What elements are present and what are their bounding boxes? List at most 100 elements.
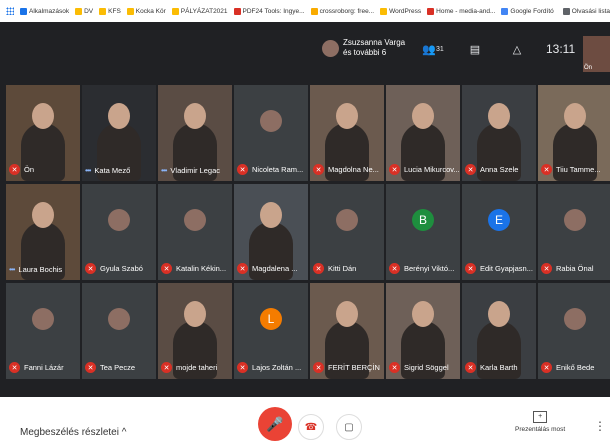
participant-name: Fanni Lázár: [24, 363, 64, 372]
present-now-button[interactable]: + Prezentálás most: [515, 411, 565, 433]
participant-tile[interactable]: ✕ Tiiu Tamme...: [538, 85, 610, 181]
bookmark-item[interactable]: Home - media-and...: [427, 7, 495, 15]
presenter-info[interactable]: Zsuzsanna Varga és további 6: [322, 38, 405, 58]
participants-count: 31: [435, 45, 444, 53]
participant-tile[interactable]: ✕ Gyula Szabó: [82, 184, 156, 280]
participant-tile[interactable]: ✕ FERİT BERÇİN: [310, 283, 384, 379]
mic-muted-icon: ✕: [465, 263, 476, 274]
bookmark-item[interactable]: PDF24 Tools: Ingye...: [233, 7, 305, 15]
mic-muted-icon: ✕: [465, 362, 476, 373]
bookmark-label: Kocka Kör: [135, 7, 166, 15]
bookmark-item[interactable]: crossroborg: free...: [310, 7, 374, 15]
participant-name-row: ✕ Tiiu Tamme...: [541, 164, 601, 175]
people-button[interactable]: 👥 31: [420, 40, 446, 58]
participant-photo: [260, 110, 282, 133]
participant-name-row: ✕ Rabia Önal: [541, 263, 594, 274]
activities-icon: △: [512, 43, 522, 56]
participant-name: Gyula Szabó: [100, 264, 143, 273]
bookmark-item[interactable]: WordPress: [380, 7, 422, 15]
mic-muted-icon: ✕: [237, 362, 248, 373]
bookmark-item[interactable]: Google Fordító: [501, 7, 554, 15]
bookmark-item[interactable]: DV: [75, 7, 93, 15]
activities-button[interactable]: △: [504, 40, 530, 58]
participant-face: [108, 103, 130, 129]
participant-tile[interactable]: ✕ Magdolna Ne...: [310, 85, 384, 181]
meeting-details-button[interactable]: Megbeszélés részletei ^: [20, 427, 126, 438]
participant-tile[interactable]: ✕ mojde taheri: [158, 283, 232, 379]
participant-tile[interactable]: ✕ Fanni Lázár: [6, 283, 80, 379]
participant-name-row: ✕ Katalin Kékin...: [161, 263, 226, 274]
participant-name: Lajos Zoltán ...: [252, 363, 302, 372]
participant-tile[interactable]: ••• Laura Bochis: [6, 184, 80, 280]
mic-muted-icon: ✕: [389, 263, 400, 274]
bookmark-label: PDF24 Tools: Ingye...: [242, 7, 305, 15]
mic-muted-icon: ✕: [161, 362, 172, 373]
participant-name-row: ✕ mojde taheri: [161, 362, 217, 373]
participant-name: Nicoleta Ram...: [252, 165, 304, 174]
participant-name-row: ✕ Edit Gyapjasn...: [465, 263, 533, 274]
participant-tile[interactable]: E ✕ Edit Gyapjasn...: [462, 184, 536, 280]
bookmark-item[interactable]: PÁLYÁZAT2021: [171, 7, 228, 15]
microphone-button[interactable]: 🎤: [258, 407, 292, 441]
participant-face: [336, 301, 358, 327]
bookmark-item[interactable]: Kocka Kör: [126, 7, 166, 15]
participant-tile[interactable]: ✕ Kitti Dán: [310, 184, 384, 280]
participant-tile[interactable]: ✕ Katalin Kékin...: [158, 184, 232, 280]
bookmark-item[interactable]: Alkalmazások: [20, 7, 69, 15]
participant-tile[interactable]: ✕ Anna Szele: [462, 85, 536, 181]
meeting-details-label: Megbeszélés részletei: [20, 427, 119, 438]
mic-off-icon: 🎤: [266, 415, 284, 432]
participant-name-row: ✕ Gyula Szabó: [85, 263, 143, 274]
participant-tile[interactable]: ✕ Karla Barth: [462, 283, 536, 379]
meeting-top-bar: Zsuzsanna Varga és további 6 👥 31 ▤ △ 13:…: [0, 22, 610, 84]
apps-grid-icon[interactable]: [6, 7, 14, 15]
camera-button[interactable]: ▢: [336, 414, 362, 440]
participant-tile[interactable]: ✕ Nicoleta Ram...: [234, 85, 308, 181]
self-view-mini[interactable]: Ön: [583, 36, 610, 72]
participant-name-row: ✕ Karla Barth: [465, 362, 518, 373]
participant-name: FERİT BERÇİN: [328, 363, 380, 372]
mic-muted-icon: ✕: [541, 362, 552, 373]
participant-name: mojde taheri: [176, 363, 218, 372]
participant-name-row: ✕ Enikő Bede: [541, 362, 594, 373]
participant-tile[interactable]: B ✕ Berényi Viktó...: [386, 184, 460, 280]
participant-name-row: ••• Kata Mező: [85, 166, 130, 175]
participant-name-row: ✕ Lajos Zoltán ...: [237, 362, 301, 373]
mic-muted-icon: ✕: [313, 263, 324, 274]
bookmark-icon: [20, 7, 27, 15]
participant-photo: [564, 308, 586, 331]
chat-button[interactable]: ▤: [462, 40, 488, 58]
mic-muted-icon: ✕: [9, 362, 20, 373]
participant-name: Lucia Mikurcov...: [404, 165, 460, 174]
chat-icon: ▤: [469, 43, 481, 56]
bookmark-icon: [427, 7, 435, 15]
participant-name: Berényi Viktó...: [404, 264, 455, 273]
bookmark-item[interactable]: Olvasási lista: [562, 7, 610, 15]
participant-face: [184, 103, 206, 129]
participant-name-row: ••• Laura Bochis: [9, 265, 62, 274]
leave-call-button[interactable]: ☎: [298, 414, 324, 440]
participant-tile[interactable]: ✕ Rabia Önal: [538, 184, 610, 280]
bookmark-label: WordPress: [389, 7, 422, 15]
participant-face: [32, 103, 54, 129]
participant-tile[interactable]: ••• Kata Mező: [82, 85, 156, 181]
participant-tile[interactable]: ✕ Magdalena ...: [234, 184, 308, 280]
participant-tile[interactable]: ••• Vladimir Legac: [158, 85, 232, 181]
bookmark-item[interactable]: KFS: [99, 7, 121, 15]
bookmark-icon: [126, 7, 134, 15]
participant-name: Anna Szele: [480, 165, 519, 174]
participant-tile[interactable]: ✕ Enikő Bede: [538, 283, 610, 379]
mic-muted-icon: ✕: [313, 362, 324, 373]
participant-name: Edit Gyapjasn...: [480, 264, 533, 273]
participant-tile[interactable]: ✕ Ön: [6, 85, 80, 181]
participant-tile[interactable]: ✕ Lucia Mikurcov...: [386, 85, 460, 181]
participant-name: Karla Barth: [480, 363, 518, 372]
more-options-icon[interactable]: ⋮: [594, 419, 606, 433]
participant-name-row: ✕ Anna Szele: [465, 164, 518, 175]
participant-face: [336, 103, 358, 129]
participant-tile[interactable]: L ✕ Lajos Zoltán ...: [234, 283, 308, 379]
participant-tile[interactable]: ✕ Tea Pecze: [82, 283, 156, 379]
participant-tile[interactable]: ✕ Sigrid Söggel: [386, 283, 460, 379]
mic-muted-icon: ✕: [541, 164, 552, 175]
participant-name-row: ✕ Lucia Mikurcov...: [389, 164, 460, 175]
